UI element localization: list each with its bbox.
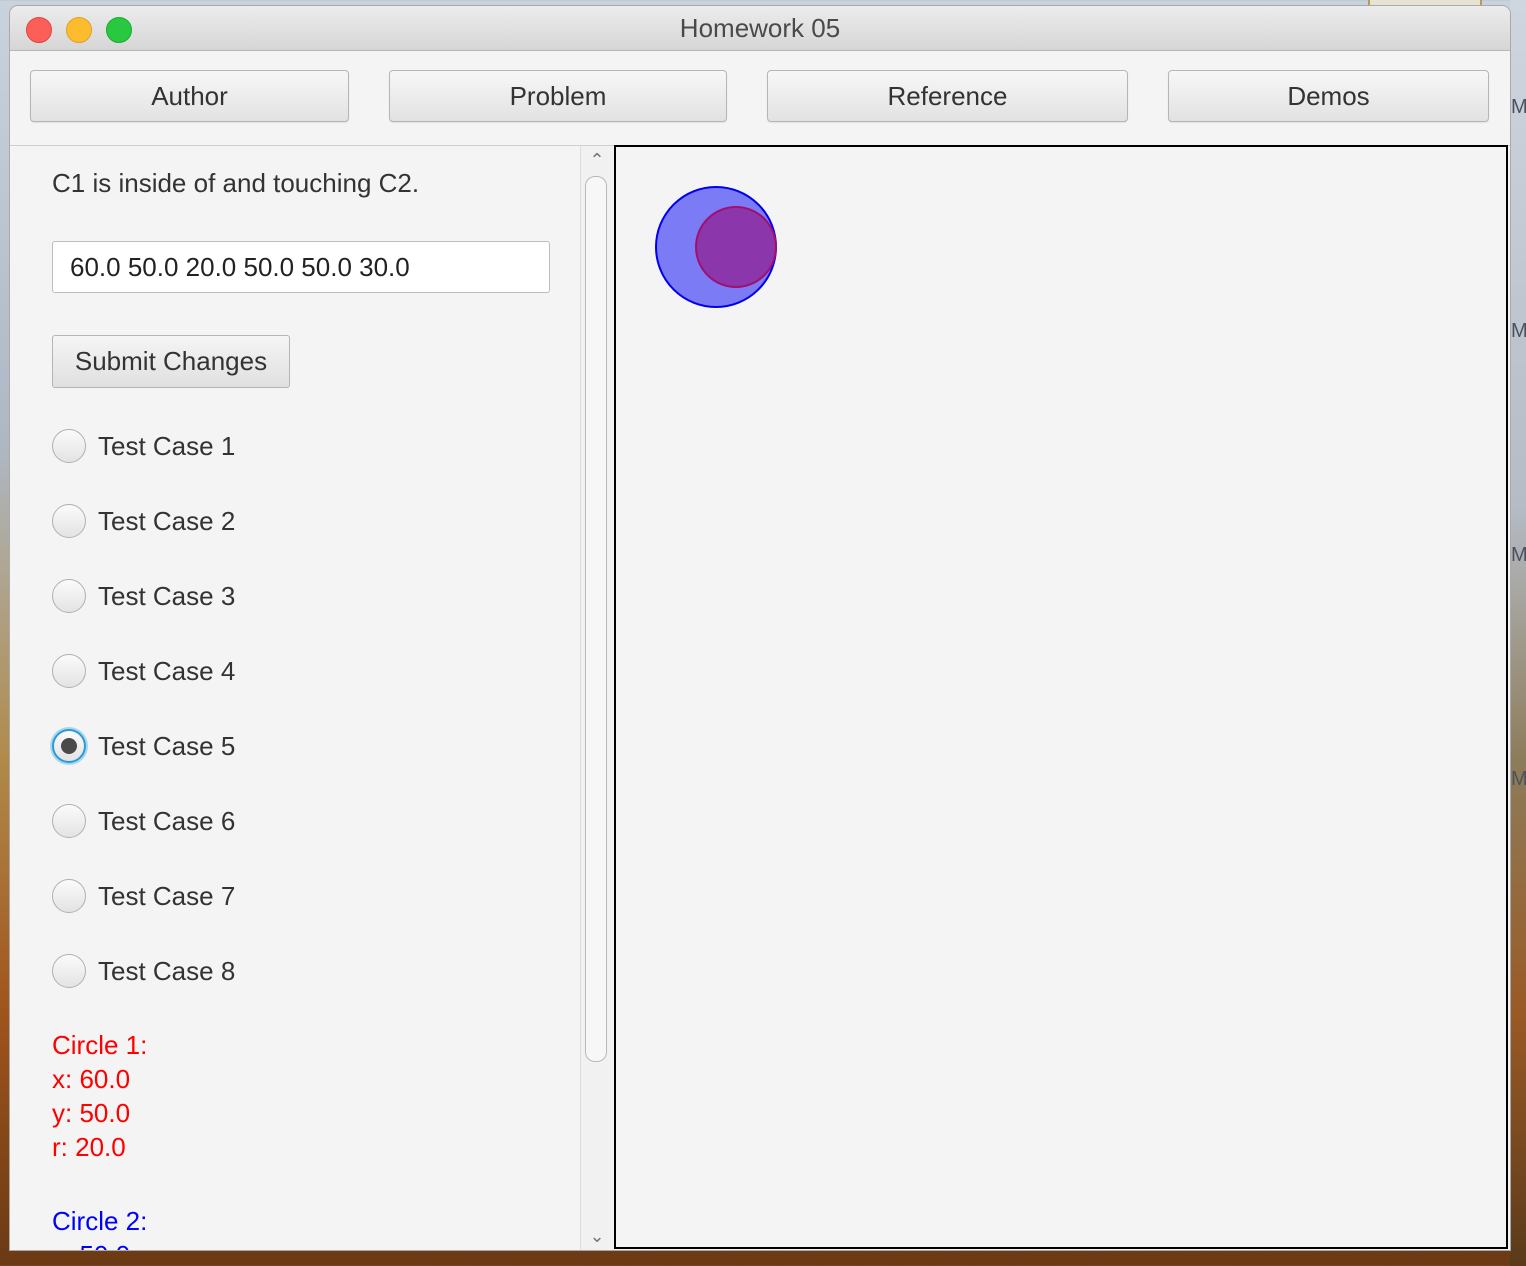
radio-label: Test Case 1 xyxy=(98,431,236,461)
drawing-canvas xyxy=(614,145,1508,1249)
radio-label: Test Case 5 xyxy=(98,731,236,761)
radio-circle[interactable] xyxy=(52,504,86,538)
radio-selected-dot xyxy=(61,738,77,754)
desktop-edge-letter: M xyxy=(1511,96,1526,118)
radio-circle[interactable] xyxy=(52,879,86,913)
radio-circle[interactable] xyxy=(52,954,86,988)
desktop-edge-letter: M xyxy=(1511,320,1526,342)
radio-circle[interactable] xyxy=(52,804,86,838)
radio-label: Test Case 7 xyxy=(98,881,236,911)
submit-changes-button[interactable]: Submit Changes xyxy=(52,335,290,388)
radio-label: Test Case 4 xyxy=(98,656,236,686)
vertical-scrollbar[interactable]: ⌃ ⌄ xyxy=(580,146,613,1250)
circle1-heading: Circle 1: xyxy=(52,1030,148,1060)
radio-label: Test Case 3 xyxy=(98,581,236,611)
radio-label: Test Case 2 xyxy=(98,506,236,536)
title-bar[interactable]: Homework 05 xyxy=(10,6,1510,51)
radio-circle-selected[interactable] xyxy=(52,729,86,763)
radio-circle[interactable] xyxy=(52,579,86,613)
desktop-edge-letter: M xyxy=(1511,768,1526,790)
circle1-y: y: 50.0 xyxy=(52,1098,131,1128)
toolbar: Author Problem Reference Demos xyxy=(10,51,1510,146)
desktop-edge-letter: M xyxy=(1511,544,1526,566)
reference-button[interactable]: Reference xyxy=(767,70,1128,122)
demos-button[interactable]: Demos xyxy=(1168,70,1489,122)
circle1-x: x: 60.0 xyxy=(52,1064,131,1094)
scroll-down-arrow-icon[interactable]: ⌄ xyxy=(581,1224,613,1248)
circle2-x: x: 50.0 xyxy=(52,1238,130,1250)
circle-1 xyxy=(695,206,777,288)
window-title: Homework 05 xyxy=(679,13,841,43)
radio-label: Test Case 6 xyxy=(98,806,236,836)
circles-drawing xyxy=(655,186,777,308)
author-button[interactable]: Author xyxy=(30,70,349,122)
circle-values-input[interactable]: 60.0 50.0 20.0 50.0 50.0 30.0 xyxy=(52,241,550,293)
app-window: Homework 05 Author Problem Reference Dem… xyxy=(10,6,1510,1250)
test-description: C1 is inside of and touching C2. xyxy=(52,168,420,198)
circle2-heading: Circle 2: xyxy=(52,1206,148,1236)
radio-circle[interactable] xyxy=(52,654,86,688)
desktop-background: M M M M xyxy=(1510,0,1526,1266)
radio-label: Test Case 8 xyxy=(98,956,236,986)
scroll-thumb[interactable] xyxy=(585,176,607,1062)
scroll-up-arrow-icon[interactable]: ⌃ xyxy=(581,148,613,172)
control-panel: C1 is inside of and touching C2. 60.0 50… xyxy=(10,146,581,1250)
radio-circle[interactable] xyxy=(52,429,86,463)
problem-button[interactable]: Problem xyxy=(389,70,727,122)
circle1-r: r: 20.0 xyxy=(52,1132,126,1162)
